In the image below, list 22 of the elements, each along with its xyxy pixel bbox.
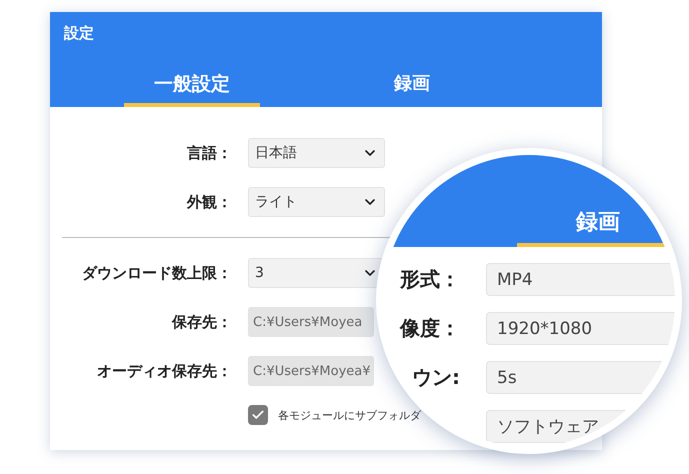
field-label: ウン: (411, 364, 460, 391)
field-label: 像度： (398, 315, 460, 342)
input-field[interactable]: MP4 (486, 263, 675, 296)
field-label: 保存先： (170, 312, 232, 332)
tab[interactable]: 一般設定 (124, 71, 260, 107)
field-label: オーディオ保存先： (96, 362, 232, 380)
checkbox-label: 各モジュールにサブフォルダ (278, 408, 421, 422)
dropdown[interactable]: 3 (248, 258, 385, 288)
field-label: 外観： (186, 192, 232, 212)
checkbox[interactable] (248, 405, 268, 425)
checkmark-icon (251, 408, 265, 422)
input-field[interactable]: 1920*1080 (486, 312, 675, 345)
path-field[interactable]: C:¥Users¥Moyea¥ (248, 356, 374, 386)
window-title: 設定 (62, 23, 95, 44)
field-label: 形式： (399, 266, 460, 293)
tab[interactable]: 録画 (344, 71, 480, 107)
path-field[interactable]: C:¥Users¥Moyea (248, 307, 374, 337)
dropdown[interactable]: ライト (248, 187, 385, 217)
field-label: ダウンロード数上限： (81, 264, 232, 282)
tab[interactable]: 録画 (517, 207, 675, 247)
field-label: 言語： (186, 144, 232, 162)
dropdown[interactable]: 日本語 (248, 138, 385, 168)
